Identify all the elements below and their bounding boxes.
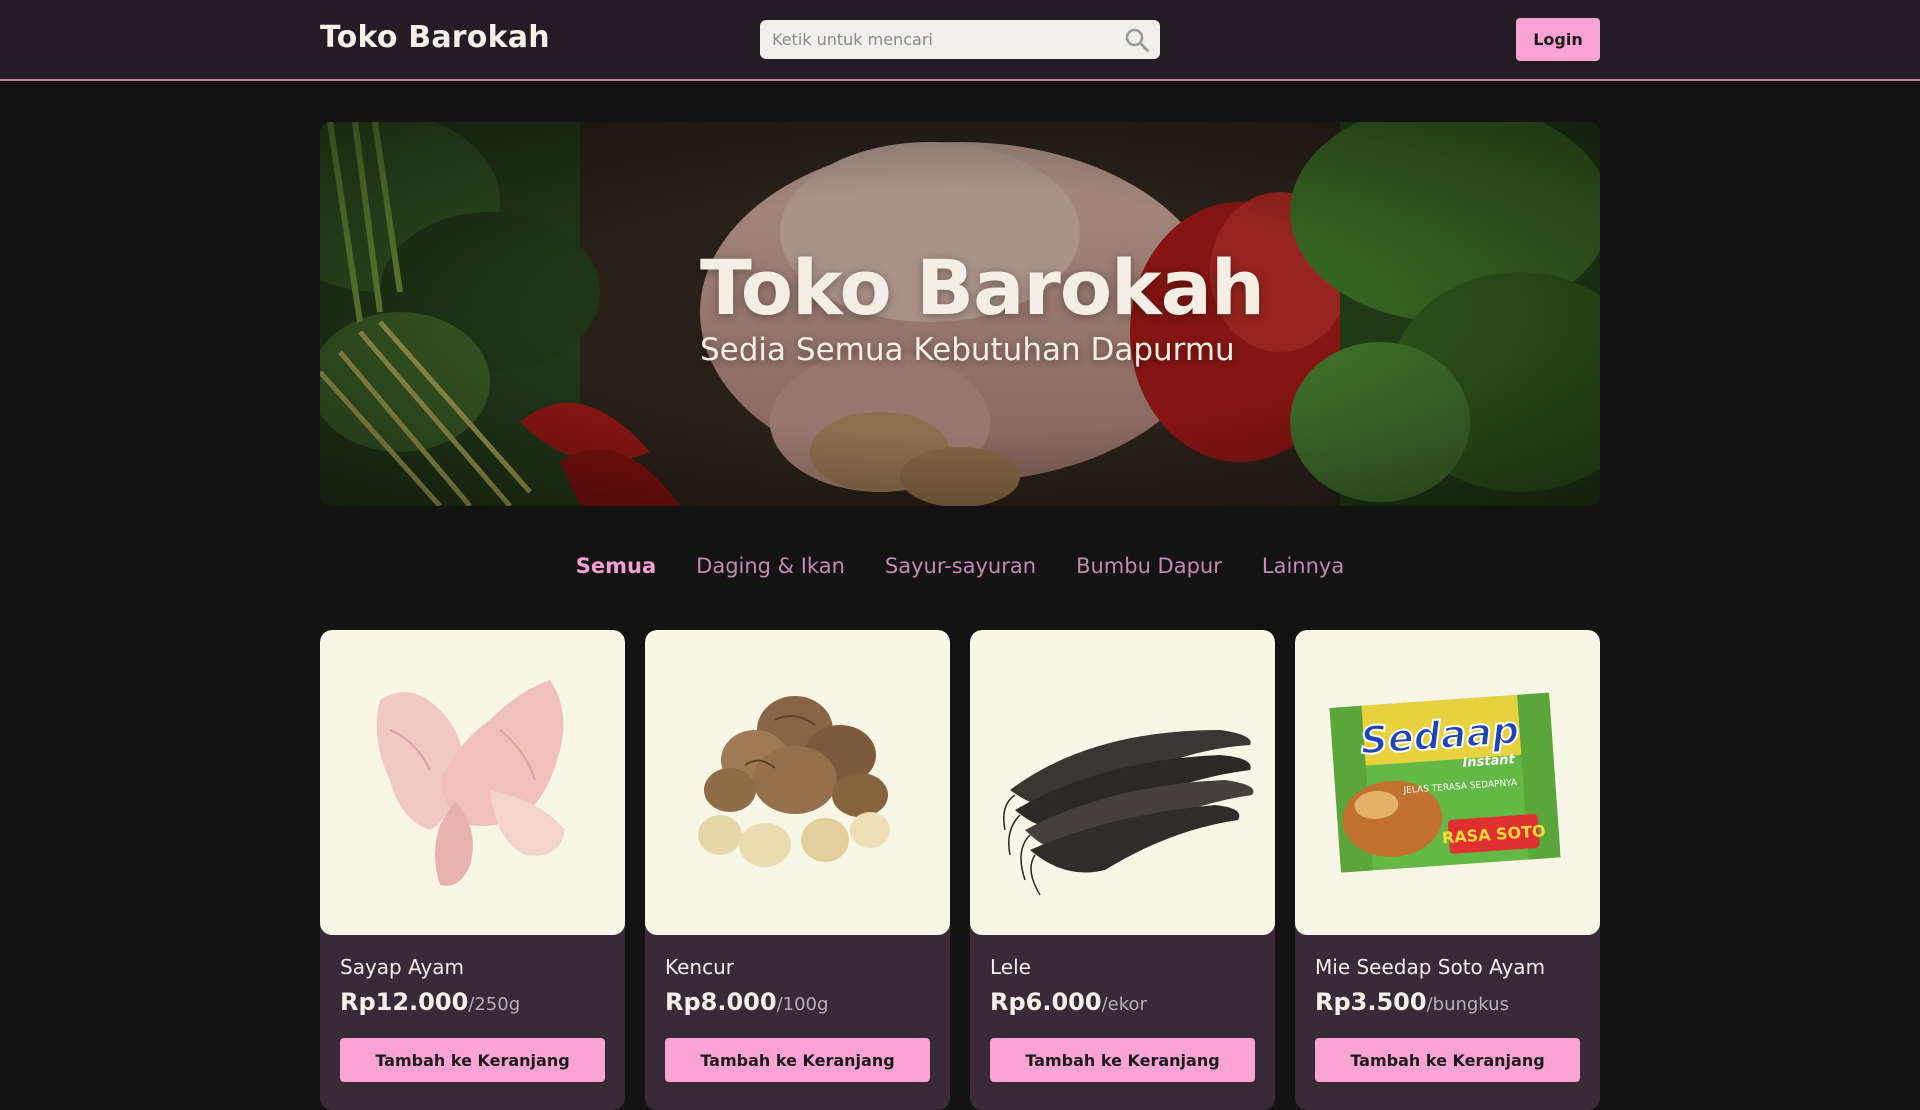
chicken-wing-image [376, 680, 565, 886]
product-name: Sayap Ayam [340, 955, 464, 979]
add-to-cart-button[interactable]: Tambah ke Keranjang [340, 1038, 605, 1082]
product-image-sayap-ayam[interactable] [320, 630, 625, 935]
navbar: Toko Barokah Login [0, 0, 1920, 81]
product-price: Rp8.000 [665, 988, 777, 1016]
tab-sayur-sayuran[interactable]: Sayur-sayuran [885, 554, 1036, 584]
add-to-cart-button[interactable]: Tambah ke Keranjang [1315, 1038, 1580, 1082]
product-price: Rp3.500 [1315, 988, 1427, 1016]
product-card: Lele Rp6.000/ekor Tambah ke Keranjang [970, 630, 1275, 1110]
category-tabs: Semua Daging & Ikan Sayur-sayuran Bumbu … [0, 554, 1920, 584]
product-name: Lele [990, 955, 1031, 979]
product-image-lele[interactable] [970, 630, 1275, 935]
tab-daging-ikan[interactable]: Daging & Ikan [696, 554, 845, 584]
price-row: Rp6.000/ekor [990, 988, 1147, 1016]
price-row: Rp12.000/250g [340, 988, 520, 1016]
tab-bumbu-dapur[interactable]: Bumbu Dapur [1076, 554, 1222, 584]
product-card: Sedaap Instant JELAS TERASA SEDAPNYA RAS… [1295, 630, 1600, 1110]
product-unit: /250g [468, 994, 521, 1015]
add-to-cart-button[interactable]: Tambah ke Keranjang [665, 1038, 930, 1082]
product-unit: /bungkus [1426, 994, 1509, 1015]
product-price: Rp12.000 [340, 988, 469, 1016]
hero-subtitle: Sedia Semua Kebutuhan Dapurmu [700, 332, 1235, 368]
price-row: Rp3.500/bungkus [1315, 988, 1509, 1016]
product-grid: Sayap Ayam Rp12.000/250g Tambah ke Keran… [320, 630, 1600, 1110]
product-card: Sayap Ayam Rp12.000/250g Tambah ke Keran… [320, 630, 625, 1110]
add-to-cart-button[interactable]: Tambah ke Keranjang [990, 1038, 1255, 1082]
catfish-image [1003, 730, 1254, 896]
price-row: Rp8.000/100g [665, 988, 828, 1016]
search-input[interactable] [760, 20, 1160, 59]
hero-text: Toko Barokah Sedia Semua Kebutuhan Dapur… [700, 243, 1265, 369]
product-unit: /100g [776, 994, 829, 1015]
tab-semua[interactable]: Semua [576, 554, 656, 584]
tab-lainnya[interactable]: Lainnya [1262, 554, 1344, 584]
login-button[interactable]: Login [1516, 18, 1600, 61]
product-price: Rp6.000 [990, 988, 1102, 1016]
brand-logo[interactable]: Toko Barokah [320, 20, 550, 55]
noodle-package-image: Sedaap Instant JELAS TERASA SEDAPNYA RAS… [1329, 692, 1561, 873]
product-name: Mie Seedap Soto Ayam [1315, 955, 1546, 979]
product-image-kencur[interactable] [645, 630, 950, 935]
product-unit: /ekor [1101, 994, 1147, 1015]
product-name: Kencur [665, 955, 734, 979]
search-icon[interactable] [1124, 27, 1150, 53]
hero-title: Toko Barokah [700, 243, 1265, 332]
product-card: Kencur Rp8.000/100g Tambah ke Keranjang [645, 630, 950, 1110]
search-bar [760, 20, 1160, 59]
kencur-image [698, 696, 890, 867]
hero-banner: Toko Barokah Sedia Semua Kebutuhan Dapur… [320, 122, 1600, 506]
product-image-mie-seedap[interactable]: Sedaap Instant JELAS TERASA SEDAPNYA RAS… [1295, 630, 1600, 935]
